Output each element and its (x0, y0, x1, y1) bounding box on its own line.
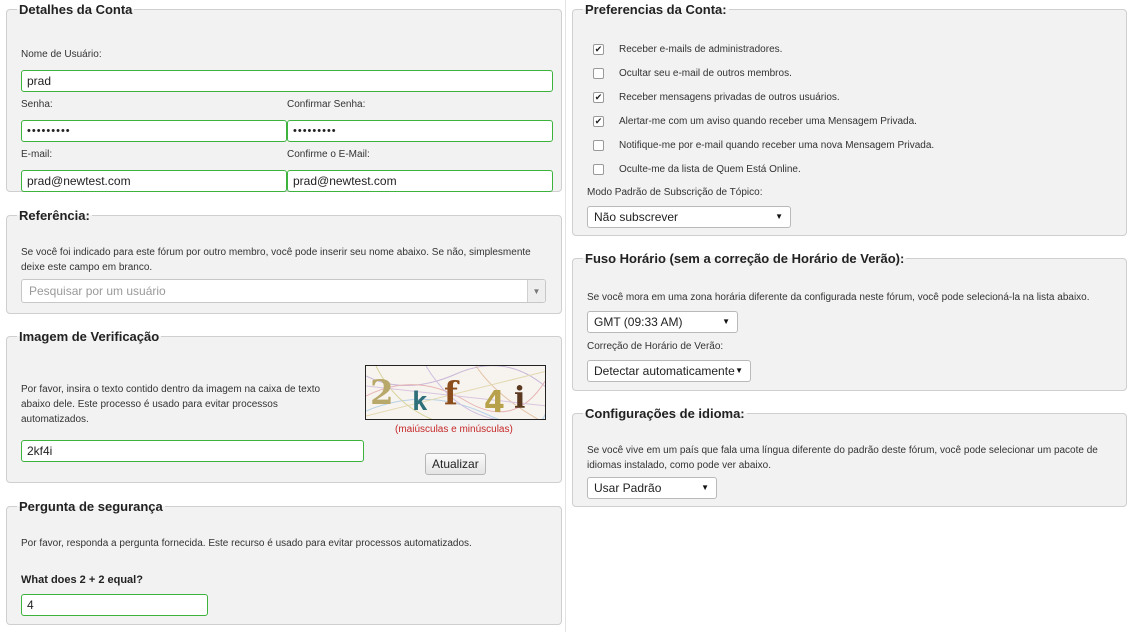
captcha-refresh-button[interactable]: Atualizar (425, 453, 486, 475)
pref-option-receive-pms[interactable]: ✔ Receber mensagens privadas de outros u… (593, 90, 840, 104)
chevron-down-icon: ▼ (775, 212, 783, 221)
timezone-panel: Fuso Horário (sem a correção de Horário … (572, 251, 1127, 391)
captcha-noise-icon: 2 k f 4 i (366, 366, 545, 420)
dst-value: Detectar automaticamente (594, 364, 735, 378)
pref-option-pm-email-notify[interactable]: Notifique-me por e-mail quando receber u… (593, 138, 934, 152)
verification-description: Por favor, insira o texto contido dentro… (21, 384, 321, 425)
account-preferences-panel: Preferencias da Conta: ✔ Receber e-mails… (572, 2, 1127, 236)
captcha-input[interactable] (21, 440, 364, 462)
subscription-mode-value: Não subscrever (594, 210, 679, 224)
captcha-char-5: i (514, 381, 525, 416)
confirm-email-input[interactable] (287, 170, 553, 192)
right-column: Preferencias da Conta: ✔ Receber e-mails… (566, 0, 1133, 632)
security-question-legend: Pergunta de segurança (19, 499, 163, 514)
case-sensitive-note: (maiúsculas e minúsculas) (395, 424, 513, 435)
pref-option-pm-alert[interactable]: ✔ Alertar-me com um aviso quando receber… (593, 114, 917, 128)
password-input[interactable] (21, 120, 287, 142)
language-panel: Configurações de idioma: Se você vive em… (572, 406, 1127, 507)
dst-select[interactable]: Detectar automaticamente ▼ (587, 360, 751, 382)
checkbox-checked-icon[interactable]: ✔ (593, 115, 604, 127)
security-description: Por favor, responda a pergunta fornecida… (21, 538, 472, 549)
verification-legend: Imagem de Verificação (19, 329, 160, 344)
username-input[interactable] (21, 70, 553, 92)
language-select[interactable]: Usar Padrão ▼ (587, 477, 717, 499)
pref-option-label: Receber e-mails de administradores. (619, 43, 783, 55)
chevron-down-icon: ▼ (722, 317, 730, 326)
language-legend: Configurações de idioma: (585, 406, 745, 421)
password-label: Senha: (21, 99, 53, 110)
referral-panel: Referência: Se você foi indicado para es… (6, 208, 562, 314)
chevron-down-icon: ▼ (735, 366, 743, 375)
checkbox-unchecked-icon[interactable] (593, 67, 604, 79)
language-value: Usar Padrão (594, 481, 662, 495)
captcha-char-2: k (412, 387, 428, 417)
confirm-password-label: Confirmar Senha: (287, 99, 366, 110)
timezone-legend: Fuso Horário (sem a correção de Horário … (585, 251, 905, 266)
account-preferences-legend: Preferencias da Conta: (585, 2, 727, 17)
referral-description: Se você foi indicado para este fórum por… (21, 247, 531, 273)
confirm-password-input[interactable] (287, 120, 553, 142)
dst-label: Correção de Horário de Verão: (587, 341, 724, 352)
pref-option-label: Notifique-me por e-mail quando receber u… (619, 139, 935, 151)
subscription-mode-select[interactable]: Não subscrever ▼ (587, 206, 791, 228)
checkbox-unchecked-icon[interactable] (593, 163, 604, 175)
timezone-select[interactable]: GMT (09:33 AM) ▼ (587, 311, 738, 333)
security-answer-input[interactable] (21, 594, 208, 616)
chevron-down-icon[interactable]: ▼ (527, 280, 545, 302)
chevron-down-icon: ▼ (701, 483, 709, 492)
referral-legend: Referência: (19, 208, 90, 223)
referral-search-input[interactable] (22, 280, 522, 302)
security-question: What does 2 + 2 equal? (21, 574, 143, 586)
account-details-panel: Detalhes da Conta Nome de Usuário: Senha… (6, 2, 562, 192)
captcha-image: 2 k f 4 i (365, 365, 546, 420)
referral-search-box[interactable]: ▼ (21, 279, 546, 303)
captcha-char-4: 4 (484, 385, 505, 420)
verification-panel: Imagem de Verificação Por favor, insira … (6, 329, 562, 483)
confirm-email-label: Confirme o E-Mail: (287, 149, 370, 160)
captcha-char-3: f (444, 374, 460, 412)
pref-option-label: Alertar-me com um aviso quando receber u… (619, 115, 917, 127)
language-description: Se você vive em um país que fala uma lín… (587, 445, 1098, 471)
pref-option-hide-online[interactable]: Oculte-me da lista de Quem Está Online. (593, 162, 801, 176)
subscription-mode-label: Modo Padrão de Subscrição de Tópico: (587, 187, 763, 198)
left-column: Detalhes da Conta Nome de Usuário: Senha… (0, 0, 566, 632)
checkbox-checked-icon[interactable]: ✔ (593, 91, 604, 103)
pref-option-label: Ocultar seu e-mail de outros membros. (619, 67, 792, 79)
captcha-char-1: 2 (370, 373, 394, 413)
timezone-value: GMT (09:33 AM) (594, 315, 683, 329)
pref-option-label: Receber mensagens privadas de outros usu… (619, 91, 840, 103)
email-input[interactable] (21, 170, 287, 192)
pref-option-label: Oculte-me da lista de Quem Está Online. (619, 163, 801, 175)
pref-option-admin-emails[interactable]: ✔ Receber e-mails de administradores. (593, 42, 782, 56)
checkbox-unchecked-icon[interactable] (593, 139, 604, 151)
pref-option-hide-email[interactable]: Ocultar seu e-mail de outros membros. (593, 66, 792, 80)
email-label: E-mail: (21, 149, 53, 160)
security-question-panel: Pergunta de segurança Por favor, respond… (6, 499, 562, 625)
account-details-legend: Detalhes da Conta (19, 2, 133, 17)
timezone-description: Se você mora em uma zona horária diferen… (587, 292, 1090, 303)
username-label: Nome de Usuário: (21, 49, 102, 60)
checkbox-checked-icon[interactable]: ✔ (593, 43, 604, 55)
